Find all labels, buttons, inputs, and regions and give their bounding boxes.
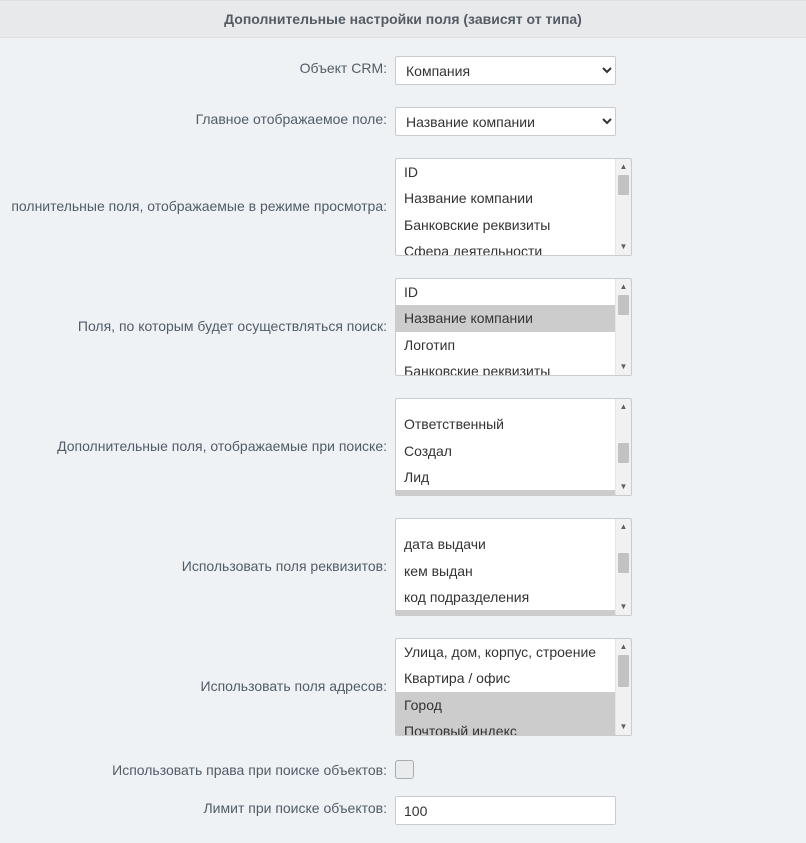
list-item[interactable]: Город [396,692,615,718]
scroll-down-icon[interactable]: ▼ [616,359,631,375]
list-item[interactable]: код подразделения [396,584,615,610]
scroll-up-icon[interactable]: ▲ [616,639,631,655]
row-crm-object: Объект CRM: Компания [0,56,806,85]
row-requisite-fields: Использовать поля реквизитов: дата выдач… [0,518,806,616]
label-requisite-fields: Использовать поля реквизитов: [0,518,395,574]
scroll-down-icon[interactable]: ▼ [616,479,631,495]
list-item[interactable]: Лид [396,464,615,490]
scroll-up-icon[interactable]: ▲ [616,279,631,295]
row-main-display-field: Главное отображаемое поле: Название комп… [0,107,806,136]
list-item[interactable]: ID [396,279,615,305]
row-search-fields: Поля, по которым будет осуществляться по… [0,278,806,376]
list-item[interactable]: Создал [396,438,615,464]
form-area: Объект CRM: Компания Главное отображаемо… [0,38,806,843]
scroll-thumb[interactable] [618,175,629,195]
scrollbar[interactable]: ▲ ▼ [615,279,631,375]
section-header: Дополнительные настройки поля (зависят о… [0,0,806,38]
list-item[interactable]: Тип компании [396,490,615,495]
scrollbar[interactable]: ▲ ▼ [615,639,631,735]
multiselect-search-addl-fields[interactable]: Ответственный Создал Лид Тип компании ▲ … [395,398,632,496]
scroll-thumb[interactable] [618,655,629,687]
checkbox-use-rights[interactable] [395,760,414,779]
list-item[interactable]: дата выдачи [396,531,615,557]
multiselect-address-fields[interactable]: Улица, дом, корпус, строение Квартира / … [395,638,632,736]
label-search-limit: Лимит при поиске объектов: [0,796,395,816]
scroll-thumb[interactable] [618,443,629,463]
scroll-up-icon[interactable]: ▲ [616,159,631,175]
label-crm-object: Объект CRM: [0,56,395,76]
label-use-rights: Использовать права при поиске объектов: [0,758,395,778]
list-item[interactable] [396,519,615,531]
label-view-addl-fields: полнительные поля, отображаемые в режиме… [0,158,395,214]
row-search-addl-fields: Дополнительные поля, отображаемые при по… [0,398,806,496]
scroll-up-icon[interactable]: ▲ [616,519,631,535]
scroll-down-icon[interactable]: ▼ [616,719,631,735]
scrollbar[interactable]: ▲ ▼ [615,159,631,255]
list-item[interactable]: Квартира / офис [396,665,615,691]
label-address-fields: Использовать поля адресов: [0,638,395,694]
label-main-display-field: Главное отображаемое поле: [0,107,395,127]
section-title: Дополнительные настройки поля (зависят о… [224,11,582,27]
label-search-fields: Поля, по которым будет осуществляться по… [0,278,395,334]
scroll-down-icon[interactable]: ▼ [616,599,631,615]
list-item[interactable]: Логотип [396,332,615,358]
row-view-addl-fields: полнительные поля, отображаемые в режиме… [0,158,806,256]
list-item[interactable]: кем выдан [396,558,615,584]
list-item[interactable]: Почтовый индекс [396,718,615,735]
list-item[interactable]: Ответственный [396,411,615,437]
list-item[interactable]: Название компании [396,305,615,331]
label-search-addl-fields: Дополнительные поля, отображаемые при по… [0,398,395,454]
scroll-down-icon[interactable]: ▼ [616,239,631,255]
scroll-thumb[interactable] [618,295,629,315]
multiselect-view-addl-fields[interactable]: ID Название компании Банковские реквизит… [395,158,632,256]
scroll-thumb[interactable] [618,553,629,573]
list-item[interactable]: Банковские реквизиты [396,212,615,238]
scrollbar[interactable]: ▲ ▼ [615,519,631,615]
scroll-up-icon[interactable]: ▲ [616,399,631,415]
list-item[interactable]: ИНН [396,610,615,615]
multiselect-requisite-fields[interactable]: дата выдачи кем выдан код подразделения … [395,518,632,616]
list-item[interactable]: Название компании [396,185,615,211]
select-crm-object[interactable]: Компания [395,56,616,85]
row-use-rights: Использовать права при поиске объектов: [0,758,806,782]
row-address-fields: Использовать поля адресов: Улица, дом, к… [0,638,806,736]
list-item[interactable]: Сфера деятельности [396,238,615,255]
list-item[interactable]: ID [396,159,615,185]
multiselect-search-fields[interactable]: ID Название компании Логотип Банковские … [395,278,632,376]
list-item[interactable] [396,399,615,411]
list-item[interactable]: Банковские реквизиты [396,358,615,375]
select-main-display-field[interactable]: Название компании [395,107,616,136]
list-item[interactable]: Улица, дом, корпус, строение [396,639,615,665]
scrollbar[interactable]: ▲ ▼ [615,399,631,495]
